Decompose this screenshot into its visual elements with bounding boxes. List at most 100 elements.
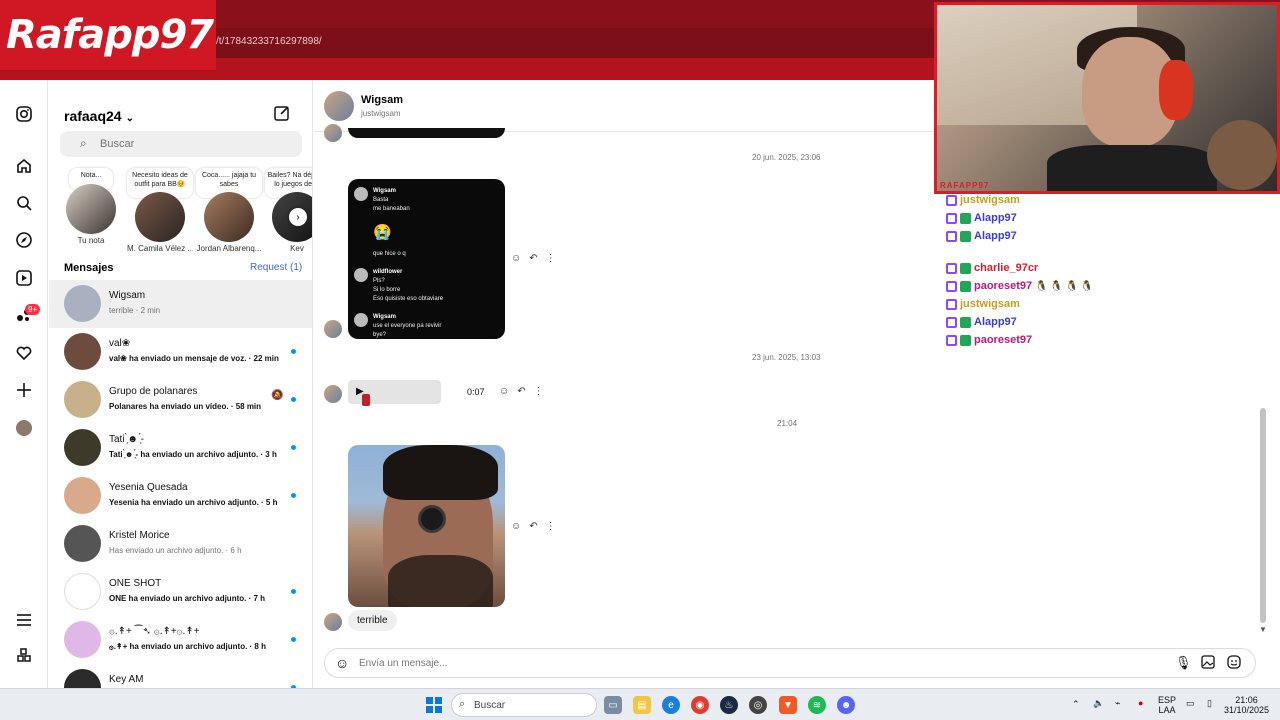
conversation-row[interactable]: Grupo de polanares Polanares ha enviado u… <box>49 376 312 424</box>
taskbar-search[interactable]: ⌕ Buscar <box>451 693 597 717</box>
plus-icon[interactable] <box>12 378 36 402</box>
stream-chat-username: Alapp97 <box>974 316 1017 328</box>
requests-link[interactable]: Request (1) <box>250 262 302 273</box>
conversation-row[interactable]: val❀ val❀ ha enviado un mensaje de voz. ·… <box>49 328 312 376</box>
note-avatar <box>135 192 185 242</box>
unread-dot <box>291 637 296 642</box>
display-icon[interactable]: ▭ <box>1186 698 1195 708</box>
address-bar-url[interactable]: /t/17843233716297898/ <box>216 36 322 47</box>
record-icon[interactable]: ● <box>1138 698 1143 708</box>
screenshot-image-message[interactable]: Wigsam Basta me baneaban 😭 que hice o q wi… <box>348 179 505 339</box>
contact-name[interactable]: Wigsam <box>361 94 403 106</box>
note-item[interactable]: Coca...... jajaja tu sabes Jordan Albare… <box>196 168 262 253</box>
webcam-label: RAFAPP97 <box>940 181 990 190</box>
message-input[interactable] <box>359 655 1139 671</box>
note-item[interactable]: Necesito ideas de outfit para BB🥺 M. Cam… <box>127 168 193 253</box>
reply-icon[interactable]: ↶ <box>517 386 525 397</box>
note-name: Jordan Albarenq... <box>196 244 262 253</box>
network-icon[interactable]: ⌁ <box>1115 698 1120 708</box>
task-view-icon[interactable]: ▭ <box>604 696 622 714</box>
more-icon[interactable]: ⋮ <box>546 521 556 532</box>
windows-taskbar: ⌕ Buscar ▭ ▤ e ◉ ♨ ◎ ▼ ≋ ☻ ⌃ 🔈 ⌁ ● ESP LA… <box>0 688 1280 720</box>
explore-icon[interactable] <box>12 228 36 252</box>
microphone-icon[interactable]: 🎙 <box>1175 655 1192 671</box>
sticker-icon[interactable] <box>1227 655 1241 672</box>
unread-dot <box>291 589 296 594</box>
conversation-row[interactable]: ONE SHOT ONE ha enviado un archivo adjunt… <box>49 568 312 616</box>
message-actions: ☺ ↶ ⋮ <box>511 521 556 532</box>
conversation-row[interactable]: Wigsam terrible · 2 min <box>49 280 312 328</box>
home-icon[interactable] <box>12 154 36 178</box>
reply-icon[interactable]: ↶ <box>529 521 537 532</box>
chat-scrollbar[interactable] <box>1260 408 1266 623</box>
stream-chat-line: Alapp97 <box>946 314 1017 330</box>
chrome-icon[interactable]: ◉ <box>691 696 709 714</box>
discord-icon[interactable]: ☻ <box>837 696 855 714</box>
react-icon[interactable]: ☺ <box>499 386 509 397</box>
plush-toy <box>1207 120 1277 190</box>
search-field[interactable]: ⌕ Buscar <box>60 131 302 157</box>
screenshot-item: wildflower Pls? Si lo borre Eso quisiste … <box>354 268 499 304</box>
battery-icon[interactable]: ▯ <box>1207 698 1212 708</box>
reels-icon[interactable] <box>12 266 36 290</box>
stream-chat-username: Alapp97 <box>974 212 1017 224</box>
note-item[interactable]: Nota... Tu nota <box>59 168 123 245</box>
spotify-icon[interactable]: ≋ <box>808 696 826 714</box>
obs-icon[interactable]: ◎ <box>749 696 767 714</box>
stream-chat-line: justwigsam <box>946 296 1020 312</box>
instagram-icon[interactable] <box>12 102 36 126</box>
image-icon[interactable] <box>1201 655 1215 672</box>
conversation-row[interactable]: Tati ̗̀☻ ̖́- Tati ̗̀☻ ̖́- ha enviado un a… <box>49 424 312 472</box>
stream-chat-line: justwigsam <box>946 192 1020 208</box>
unread-dot <box>291 445 296 450</box>
twitch-badge-icon <box>946 316 957 328</box>
menu-icon[interactable] <box>12 608 36 632</box>
account-switcher[interactable]: rafaaq24 ⌄ <box>64 108 134 124</box>
conversation-row[interactable]: Key AM <box>49 664 312 688</box>
contact-avatar[interactable] <box>324 91 354 121</box>
previous-image-message[interactable] <box>348 128 505 138</box>
verified-badge-icon <box>960 230 971 242</box>
note-item[interactable]: Bailes? Na déjame lo juegos de te Kev <box>265 168 312 253</box>
conversation-row[interactable]: ۞.↟+ ⁀➴ ۞.↟+۞.↟+ ۞.↟+ ha enviado un archi… <box>49 616 312 664</box>
windows-start-icon[interactable] <box>426 697 442 713</box>
conversation-row[interactable]: Yesenia Quesada Yesenia ha enviado un arc… <box>49 472 312 520</box>
conversation-avatar <box>64 669 101 688</box>
more-icon[interactable]: ⋮ <box>546 253 556 264</box>
react-icon[interactable]: ☺ <box>511 253 521 264</box>
react-icon[interactable]: ☺ <box>511 521 521 532</box>
notes-row: Nota... Tu nota Necesito ideas de outfit… <box>49 168 312 253</box>
conversation-avatar <box>64 573 101 610</box>
search-icon[interactable] <box>12 191 36 215</box>
note-name: Kev <box>290 244 304 253</box>
chevron-right-icon[interactable]: › <box>289 208 307 226</box>
volume-icon[interactable]: 🔈 <box>1093 698 1104 708</box>
unread-dot <box>291 493 296 498</box>
emoji-icon[interactable]: ☺ <box>335 655 349 671</box>
message-composer[interactable]: ☺ 🎙 <box>324 648 1256 678</box>
conversation-row[interactable]: Kristel Morice Has enviado un archivo adj… <box>49 520 312 568</box>
compose-icon[interactable] <box>273 104 291 127</box>
more-icon[interactable]: ⋮ <box>534 386 544 397</box>
apps-icon[interactable] <box>12 644 36 668</box>
text-message[interactable]: terrible <box>348 610 397 631</box>
conversation-name: Yesenia Quesada <box>109 482 188 493</box>
steam-icon[interactable]: ♨ <box>720 696 738 714</box>
reply-icon[interactable]: ↶ <box>529 253 537 264</box>
heart-icon[interactable] <box>12 341 36 365</box>
clock-date: 31/10/2025 <box>1224 705 1270 715</box>
edge-icon[interactable]: e <box>662 696 680 714</box>
chevron-up-icon[interactable]: ⌃ <box>1072 699 1080 709</box>
file-explorer-icon[interactable]: ▤ <box>633 696 651 714</box>
conversation-snippet: Polanares ha enviado un vídeo. · 58 min <box>109 402 262 411</box>
verified-badge-icon <box>960 334 971 346</box>
language-indicator[interactable]: ESP LAA <box>1158 695 1176 715</box>
brave-icon[interactable]: ▼ <box>779 696 797 714</box>
message-actions: ☺ ↶ ⋮ <box>499 386 544 397</box>
clock[interactable]: 21:06 31/10/2025 <box>1224 695 1269 715</box>
scroll-down-icon[interactable]: ▼ <box>1259 625 1267 634</box>
screenshot-text: Pls? Si lo borre Eso quisiste eso obtavi… <box>373 278 444 302</box>
note-avatar <box>204 192 254 242</box>
profile-avatar-icon[interactable] <box>16 420 32 436</box>
photo-message[interactable] <box>348 445 505 607</box>
